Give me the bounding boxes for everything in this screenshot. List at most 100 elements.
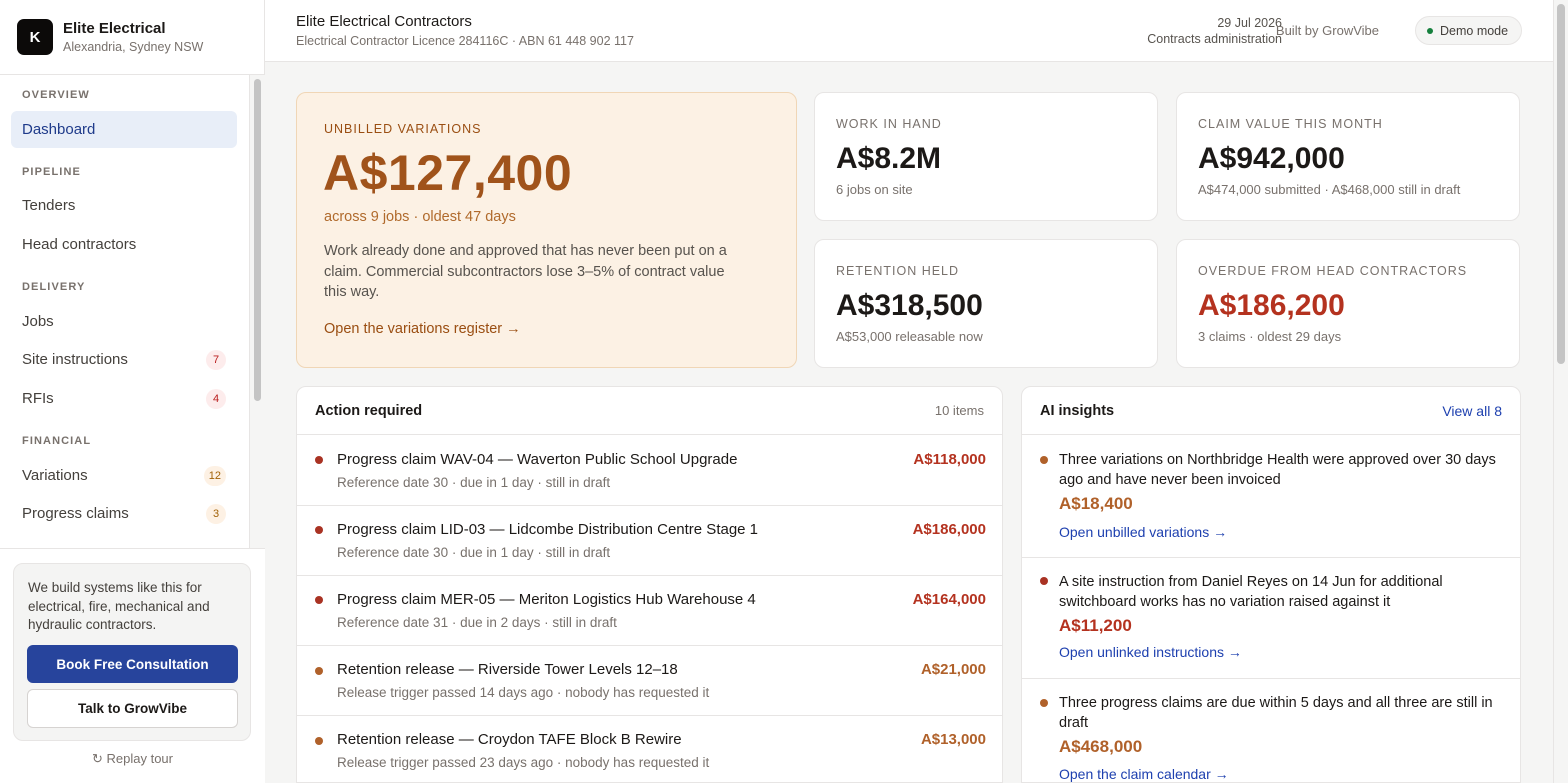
action-subtitle: Reference date 30 · due in 1 day · still…	[337, 475, 611, 490]
sidebar-item-label: Tenders	[22, 197, 76, 214]
open-claim-calendar-link[interactable]: Open the claim calendar →	[1059, 766, 1229, 782]
hero-value: A$127,400	[323, 145, 573, 201]
insight-text: A site instruction from Daniel Reyes on …	[1059, 574, 1443, 610]
count-badge: 12	[203, 465, 226, 486]
page-scroll-thumb[interactable]	[1557, 4, 1565, 364]
severity-dot-icon	[315, 737, 323, 745]
action-required-panel: Action required 10 items Progress claim …	[296, 386, 1003, 783]
nav-section-delivery: DELIVERY	[22, 281, 86, 293]
page-scrollbar[interactable]	[1553, 0, 1568, 783]
nav-section-overview: OVERVIEW	[22, 89, 90, 101]
action-row[interactable]: Retention release — Riverside Tower Leve…	[297, 646, 1002, 716]
header-date-block: 29 Jul 2026 Contracts administration	[1147, 15, 1282, 47]
panel-title: AI insights	[1040, 402, 1115, 419]
stat-card-work-in-hand[interactable]: WORK IN HAND A$8.2M 6 jobs on site	[814, 92, 1158, 221]
stat-subtitle: 3 claims · oldest 29 days	[1198, 329, 1342, 344]
action-row[interactable]: Retention release — Croydon TAFE Block B…	[297, 716, 1002, 782]
stat-value: A$186,200	[1198, 289, 1345, 322]
sidebar-item-rfis[interactable]: RFIs 4	[11, 380, 237, 417]
nav-section-pipeline: PIPELINE	[22, 166, 81, 178]
sidebar-item-tenders[interactable]: Tenders	[11, 187, 237, 224]
sidebar-nav: OVERVIEW Dashboard PIPELINE Tenders Head…	[0, 75, 249, 548]
brand[interactable]: K Elite Electrical Alexandria, Sydney NS…	[0, 0, 264, 75]
insight-text: Three variations on Northbridge Health w…	[1059, 452, 1496, 488]
promo-text: We build systems like this for electrica…	[28, 580, 210, 632]
open-unbilled-variations-link[interactable]: Open unbilled variations →	[1059, 524, 1227, 540]
item-count: 10 items	[934, 403, 984, 418]
count-badge: 4	[206, 388, 226, 409]
action-title: Retention release — Riverside Tower Leve…	[337, 661, 678, 678]
action-row[interactable]: Progress claim MER-05 — Meriton Logistic…	[297, 576, 1002, 646]
insight-text: Three progress claims are due within 5 d…	[1059, 695, 1493, 731]
action-title: Progress claim LID-03 — Lidcombe Distrib…	[337, 521, 759, 538]
stat-card-claim-value[interactable]: CLAIM VALUE THIS MONTH A$942,000 A$474,0…	[1176, 92, 1520, 221]
action-amount: A$118,000	[913, 451, 986, 468]
stat-subtitle: A$53,000 releasable now	[836, 329, 983, 344]
sidebar-item-label: Jobs	[22, 313, 54, 330]
insight-amount: A$18,400	[1059, 494, 1133, 513]
sidebar-item-progress-claims[interactable]: Progress claims 3	[11, 495, 237, 532]
view-all-insights-link[interactable]: View all 8	[1442, 403, 1502, 419]
action-subtitle: Release trigger passed 14 days ago · nob…	[337, 685, 710, 700]
promo-card: We build systems like this for electrica…	[13, 563, 251, 741]
top-header: Elite Electrical Contractors Electrical …	[265, 0, 1553, 62]
sidebar-item-dashboard[interactable]: Dashboard	[11, 111, 237, 148]
insight-row[interactable]: Three variations on Northbridge Health w…	[1022, 436, 1520, 558]
sidebar: K Elite Electrical Alexandria, Sydney NS…	[0, 0, 265, 783]
count-badge: 7	[206, 349, 226, 370]
action-row[interactable]: Progress claim LID-03 — Lidcombe Distrib…	[297, 506, 1002, 576]
insight-row[interactable]: A site instruction from Daniel Reyes on …	[1022, 558, 1520, 679]
open-variations-register-link[interactable]: Open the variations register →	[324, 321, 521, 337]
ai-insights-panel: AI insights View all 8 Three variations …	[1021, 386, 1521, 783]
sidebar-item-variations[interactable]: Variations 12	[11, 457, 237, 494]
sidebar-item-label: Progress claims	[22, 505, 129, 522]
stat-label: RETENTION HELD	[836, 264, 960, 278]
demo-mode-badge[interactable]: Demo mode	[1415, 16, 1522, 45]
status-dot-icon	[1427, 28, 1433, 34]
company-name: Elite Electrical Contractors	[296, 13, 472, 30]
sidebar-item-head-contractors[interactable]: Head contractors	[11, 226, 237, 263]
replay-tour-link[interactable]: ↻ Replay tour	[0, 751, 265, 767]
stat-label: CLAIM VALUE THIS MONTH	[1198, 117, 1383, 131]
severity-dot-icon	[315, 456, 323, 464]
sidebar-item-site-instructions[interactable]: Site instructions 7	[11, 341, 237, 378]
severity-dot-icon	[315, 667, 323, 675]
book-consultation-button[interactable]: Book Free Consultation	[27, 645, 238, 683]
sidebar-item-label: Dashboard	[22, 121, 96, 138]
action-title: Progress claim MER-05 — Meriton Logistic…	[337, 591, 756, 608]
action-subtitle: Reference date 30 · due in 1 day · still…	[337, 545, 611, 560]
stat-card-retention-held[interactable]: RETENTION HELD A$318,500 A$53,000 releas…	[814, 239, 1158, 368]
severity-dot-icon	[315, 526, 323, 534]
action-title: Progress claim WAV-04 — Waverton Public …	[337, 451, 738, 468]
open-unlinked-instructions-link[interactable]: Open unlinked instructions →	[1059, 644, 1242, 660]
stat-value: A$318,500	[836, 289, 983, 322]
stat-value: A$942,000	[1198, 142, 1345, 175]
hero-subtitle: across 9 jobs · oldest 47 days	[324, 209, 516, 225]
stat-subtitle: A$474,000 submitted · A$468,000 still in…	[1198, 182, 1461, 197]
action-row[interactable]: Progress claim WAV-04 — Waverton Public …	[297, 436, 1002, 506]
panel-title: Action required	[315, 402, 423, 419]
stat-label: OVERDUE FROM HEAD CONTRACTORS	[1198, 264, 1468, 278]
demo-mode-label: Demo mode	[1440, 23, 1509, 38]
stat-card-overdue[interactable]: OVERDUE FROM HEAD CONTRACTORS A$186,200 …	[1176, 239, 1520, 368]
hero-label: UNBILLED VARIATIONS	[324, 122, 482, 136]
built-by-link[interactable]: Built by GrowVibe	[1276, 23, 1379, 38]
sidebar-item-jobs[interactable]: Jobs	[11, 303, 237, 340]
insight-row[interactable]: Three progress claims are due within 5 d…	[1022, 679, 1520, 782]
sidebar-item-label: Site instructions	[22, 351, 128, 368]
sidebar-scrollbar[interactable]	[249, 75, 265, 548]
action-subtitle: Release trigger passed 23 days ago · nob…	[337, 755, 710, 770]
sidebar-scroll-thumb[interactable]	[254, 79, 261, 401]
stat-value: A$8.2M	[836, 142, 942, 175]
insight-amount: A$468,000	[1059, 737, 1143, 756]
sidebar-item-label: Head contractors	[22, 236, 137, 253]
action-title: Retention release — Croydon TAFE Block B…	[337, 731, 682, 748]
unbilled-variations-card: UNBILLED VARIATIONS A$127,400 across 9 j…	[296, 92, 797, 368]
action-subtitle: Reference date 31 · due in 2 days · stil…	[337, 615, 617, 630]
talk-to-growvibe-button[interactable]: Talk to GrowVibe	[27, 689, 238, 728]
severity-dot-icon	[315, 596, 323, 604]
action-amount: A$164,000	[912, 591, 986, 608]
brand-logo: K	[17, 19, 53, 55]
current-date: 29 Jul 2026	[1217, 16, 1282, 30]
insight-amount: A$11,200	[1059, 616, 1132, 635]
